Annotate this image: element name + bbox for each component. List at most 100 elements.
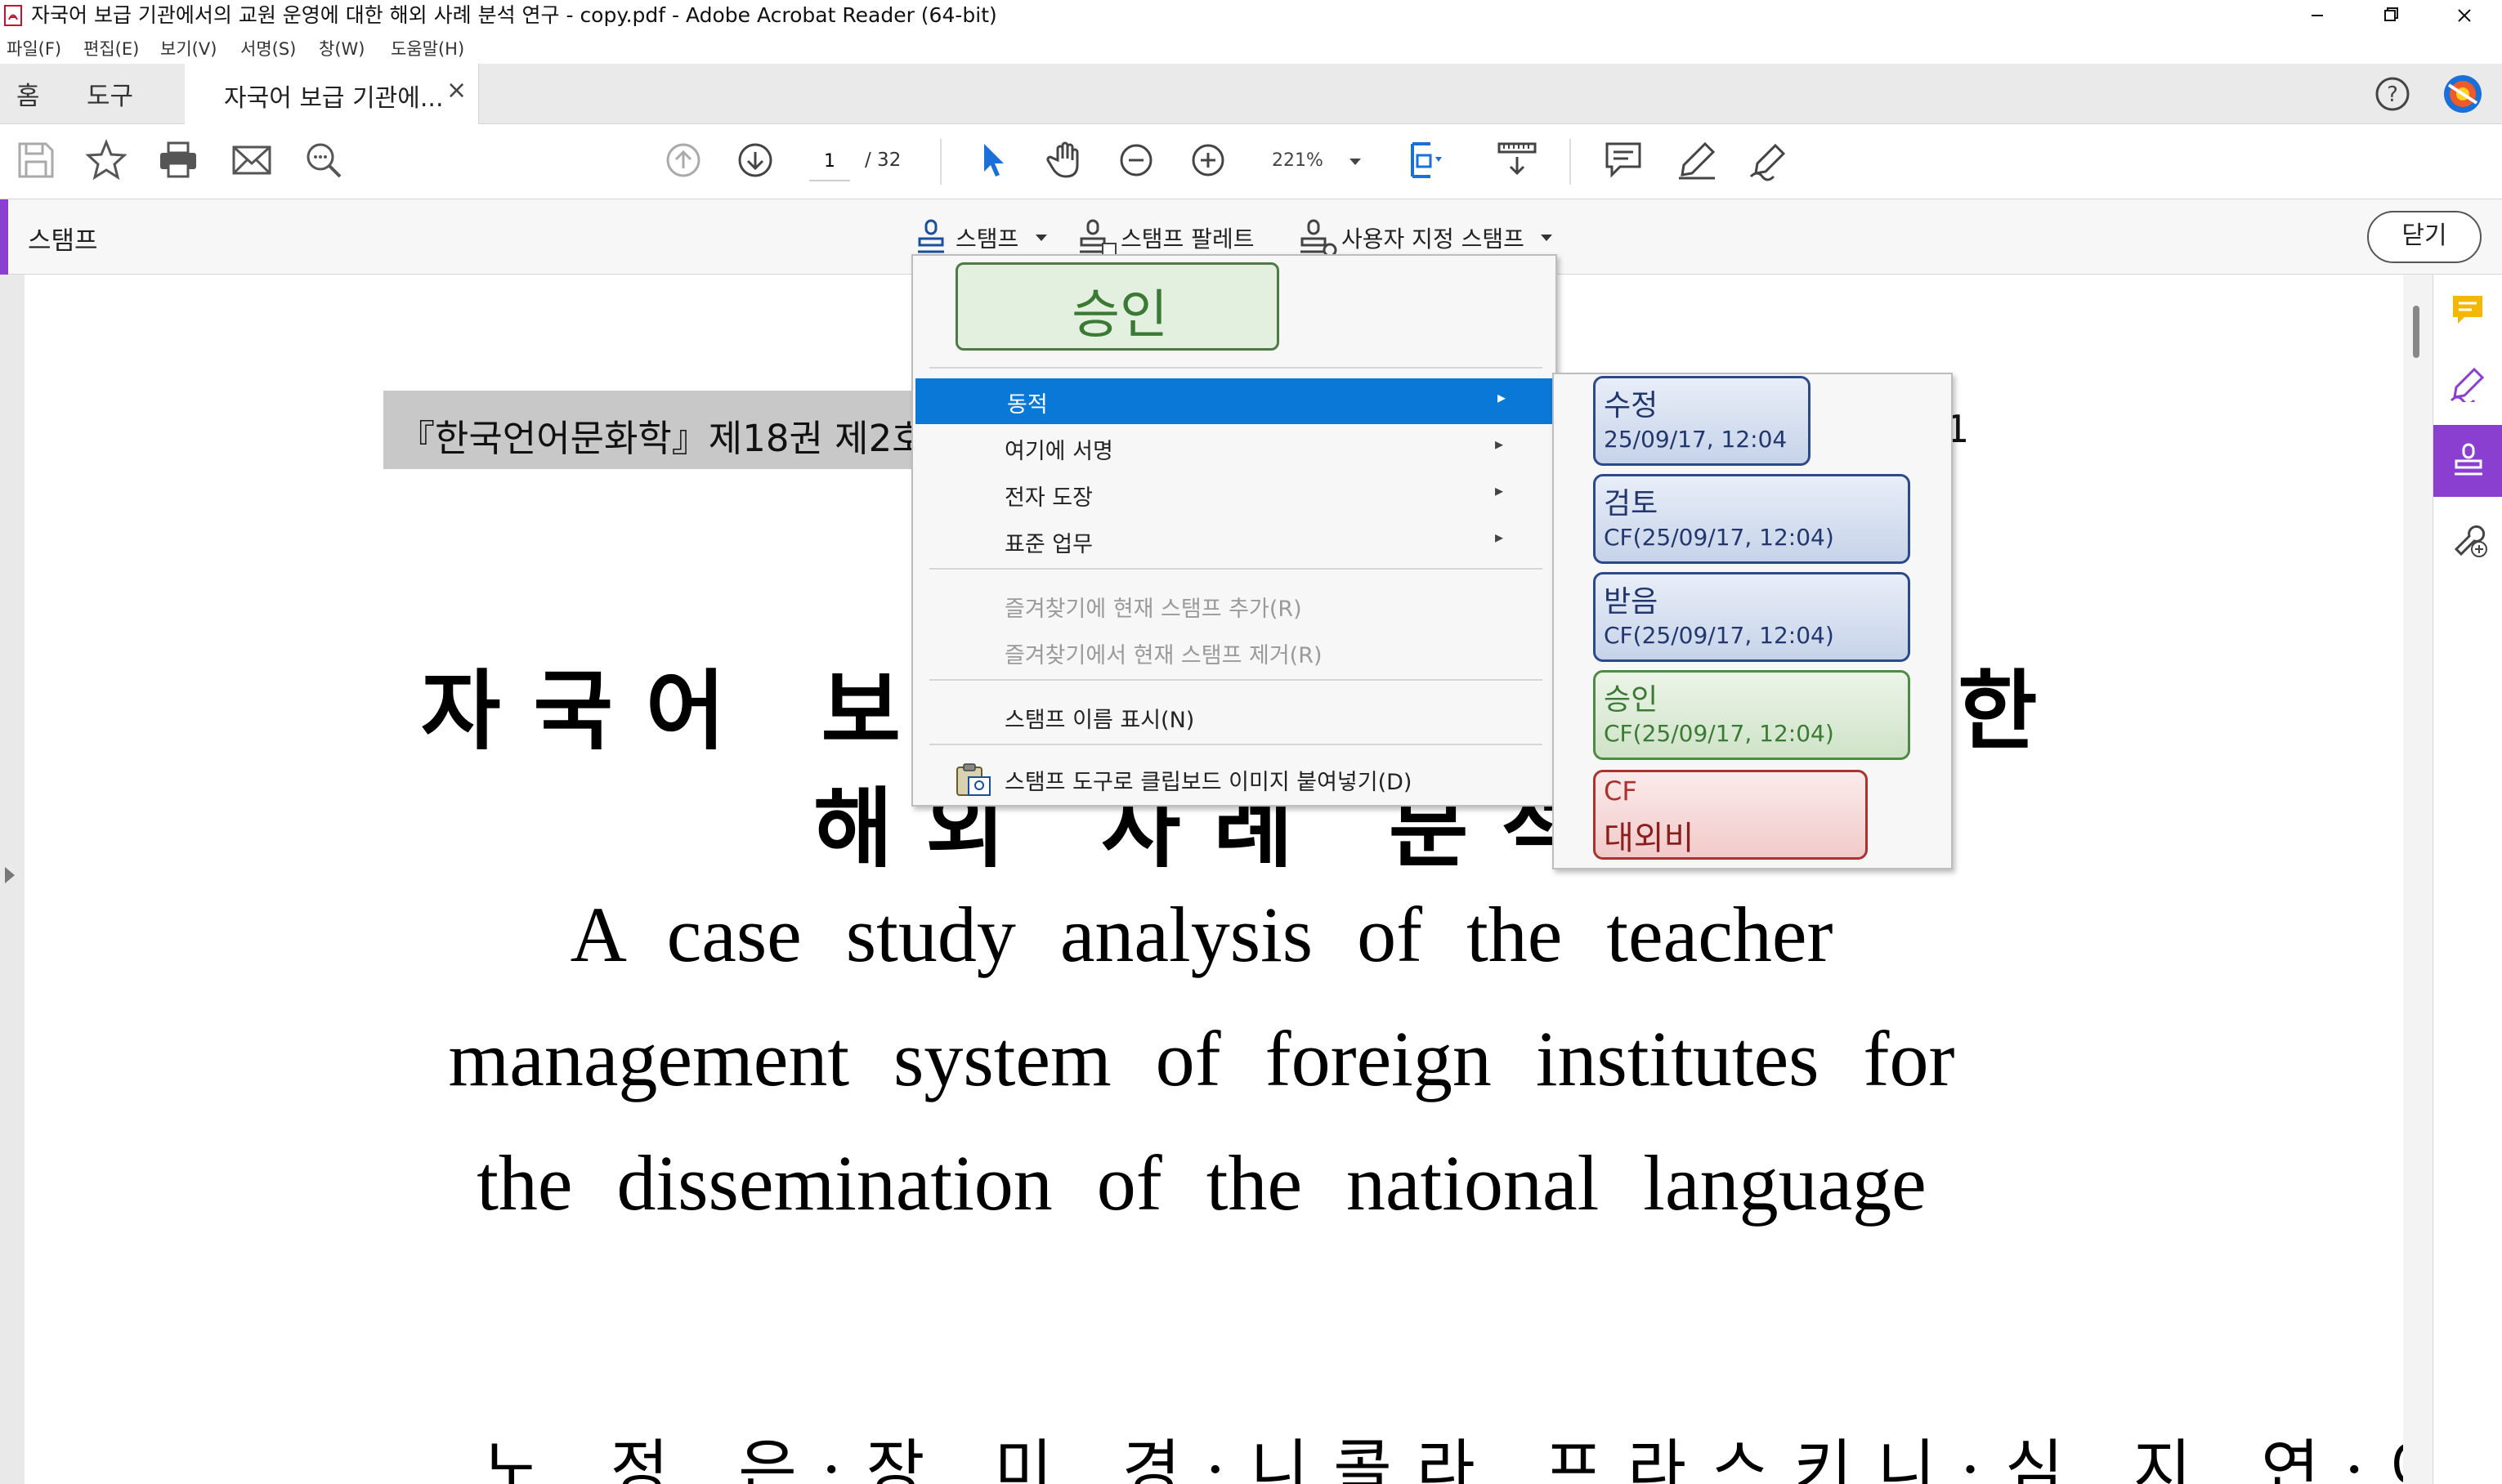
chevron-down-icon[interactable]	[1347, 155, 1363, 168]
svg-text:?: ?	[2387, 83, 2398, 107]
mail-icon[interactable]	[231, 139, 273, 181]
scrollbar-thumb[interactable]	[2413, 306, 2419, 358]
zoom-out-icon[interactable]	[1115, 139, 1157, 181]
fill-sign-tool-button[interactable]	[2433, 348, 2502, 420]
menu-item-add-favorite: 즐겨찾기에 현재 스탬프 추가(R)	[913, 583, 1555, 628]
menu-separator	[929, 679, 1542, 681]
stamp-subtitle: 25/09/17, 12:04	[1604, 426, 1788, 453]
title-bar: 자국어 보급 기관에서의 교원 운영에 대한 해외 사례 분석 연구 - cop…	[0, 0, 2502, 31]
korean-title-line1-right: 한	[1958, 659, 2038, 762]
custom-stamp-label: 사용자 지정 스탬프	[1341, 226, 1524, 253]
authors-line: 노 정 은·장 미 경·니콜라 프라스키니·심 지 연·이 보 라	[482, 1433, 2403, 1484]
english-title-line: the dissemination of the national langua…	[477, 1139, 1927, 1227]
stamp-subtitle: CF(25/09/17, 12:04)	[1604, 622, 1834, 649]
select-cursor-icon[interactable]	[973, 139, 1015, 181]
stamp-revised[interactable]: 수정 25/09/17, 12:04	[1593, 376, 1810, 466]
toolbar-divider	[1569, 139, 1571, 185]
current-stamp-preview[interactable]: 승인	[956, 262, 1279, 351]
tab-bar: 홈 도구 자국어 보급 기관에... × ?	[0, 64, 2502, 124]
menu-bar: 파일(F) 편집(E) 보기(V) 서명(S) 창(W) 도움말(H)	[0, 31, 2502, 64]
stamp-button-label: 스탬프	[956, 226, 1019, 253]
close-icon	[2458, 9, 2471, 22]
english-title-line: A case study analysis of the teacher	[570, 891, 1833, 978]
close-tool-button[interactable]: 닫기	[2367, 211, 2482, 263]
menu-item-standard-business[interactable]: 표준 업무 ▸	[913, 518, 1555, 564]
right-tool-panel	[2433, 275, 2502, 1484]
submenu-arrow-icon: ▸	[1495, 527, 1504, 547]
avatar[interactable]	[2442, 74, 2483, 114]
fit-page-icon[interactable]	[1406, 139, 1448, 181]
caret-down-icon	[1036, 235, 1047, 241]
menu-item-paste-clipboard[interactable]: 스탬프 도구로 클립보드 이미지 붙여넣기(D)	[913, 756, 1555, 802]
tab-document[interactable]: 자국어 보급 기관에... ×	[185, 64, 479, 124]
submenu-arrow-icon: ▸	[1495, 481, 1504, 500]
vertical-scrollbar[interactable]	[2403, 275, 2433, 1484]
stamp-palette-button[interactable]: 스탬프 팔레트	[1075, 214, 1279, 260]
previous-page-icon[interactable]	[662, 139, 705, 181]
toolbar-divider	[940, 139, 942, 185]
menu-window[interactable]: 창(W)	[319, 36, 365, 60]
tab-home[interactable]: 홈	[16, 75, 40, 112]
menu-sign[interactable]: 서명(S)	[240, 36, 296, 60]
tab-close-button[interactable]: ×	[446, 76, 467, 105]
star-icon[interactable]	[85, 139, 128, 181]
menu-item-show-stamp-names[interactable]: 스탬프 이름 표시(N)	[913, 694, 1555, 740]
window-title: 자국어 보급 기관에서의 교원 운영에 대한 해외 사례 분석 연구 - cop…	[31, 3, 997, 27]
stamp-title: 승인	[1604, 683, 1658, 717]
next-page-icon[interactable]	[734, 139, 777, 181]
stamp-icon	[918, 219, 944, 253]
custom-stamp-button[interactable]: 사용자 지정 스탬프	[1296, 214, 1557, 260]
menu-edit[interactable]: 편집(E)	[83, 36, 139, 60]
menu-separator	[929, 744, 1542, 745]
comment-icon[interactable]	[1602, 139, 1645, 181]
stamp-icon	[2455, 443, 2482, 476]
menu-file[interactable]: 파일(F)	[7, 36, 61, 60]
sign-pen-icon[interactable]	[1748, 139, 1790, 181]
journal-header: 『한국언어문화학』제18권 제2호(20	[383, 391, 987, 469]
more-tools-button[interactable]	[2433, 502, 2502, 574]
menu-item-label: 여기에 서명	[1005, 439, 1113, 464]
dynamic-stamps-submenu: 수정 25/09/17, 12:04 검토 CF(25/09/17, 12:04…	[1552, 373, 1953, 869]
save-icon[interactable]	[15, 139, 57, 181]
close-window-button[interactable]	[2428, 0, 2501, 31]
minimize-button[interactable]	[2280, 0, 2354, 31]
menu-item-dynamic[interactable]: 동적 ▸	[915, 378, 1553, 424]
menu-help[interactable]: 도움말(H)	[391, 36, 464, 60]
restore-button[interactable]	[2354, 0, 2428, 31]
menu-view[interactable]: 보기(V)	[160, 36, 217, 60]
highlight-pen-icon[interactable]	[1676, 139, 1718, 181]
menu-item-sign-here[interactable]: 여기에 서명 ▸	[913, 425, 1555, 471]
menu-item-label: 전자 도장	[1005, 485, 1093, 511]
hand-tool-icon[interactable]	[1045, 139, 1087, 181]
help-icon[interactable]: ?	[2374, 75, 2411, 113]
submenu-arrow-icon: ▸	[1497, 387, 1506, 407]
tab-tools[interactable]: 도구	[87, 75, 133, 112]
page-number-input[interactable]	[809, 142, 850, 181]
menu-item-label: 동적	[1007, 392, 1048, 418]
submenu-arrow-icon: ▸	[1495, 434, 1504, 454]
print-icon[interactable]	[157, 139, 199, 181]
stamp-title: 검토	[1604, 487, 1658, 521]
paste-clipboard-icon	[956, 763, 991, 796]
caret-down-icon	[1541, 235, 1552, 241]
stamp-approved[interactable]: 승인 CF(25/09/17, 12:04)	[1593, 670, 1910, 760]
zoom-level[interactable]: 221%	[1272, 150, 1323, 171]
current-stamp-label: 승인	[1072, 285, 1168, 346]
comment-tool-button[interactable]	[2433, 275, 2502, 346]
menu-item-label: 스탬프 이름 표시(N)	[1005, 708, 1195, 733]
expand-left-panel-icon[interactable]	[5, 867, 15, 883]
menu-item-digital-seal[interactable]: 전자 도장 ▸	[913, 472, 1555, 517]
tab-document-label: 자국어 보급 기관에...	[224, 84, 444, 113]
tool-accent-bar	[0, 199, 8, 275]
stamp-dropdown-button[interactable]: 스탬프	[911, 214, 1059, 260]
restore-icon	[2384, 7, 2398, 21]
scroll-mode-icon[interactable]	[1496, 139, 1538, 181]
search-icon[interactable]	[302, 139, 345, 181]
zoom-in-icon[interactable]	[1187, 139, 1229, 181]
stamp-confidential[interactable]: CF 대외비	[1593, 770, 1868, 860]
stamp-tool-button[interactable]	[2433, 425, 2502, 497]
stamp-reviewed[interactable]: 검토 CF(25/09/17, 12:04)	[1593, 474, 1910, 564]
menu-item-label: 즐겨찾기에서 현재 스탬프 제거(R)	[1005, 643, 1323, 668]
menu-item-label: 스탬프 도구로 클립보드 이미지 붙여넣기(D)	[1005, 770, 1412, 795]
stamp-received[interactable]: 받음 CF(25/09/17, 12:04)	[1593, 572, 1910, 662]
